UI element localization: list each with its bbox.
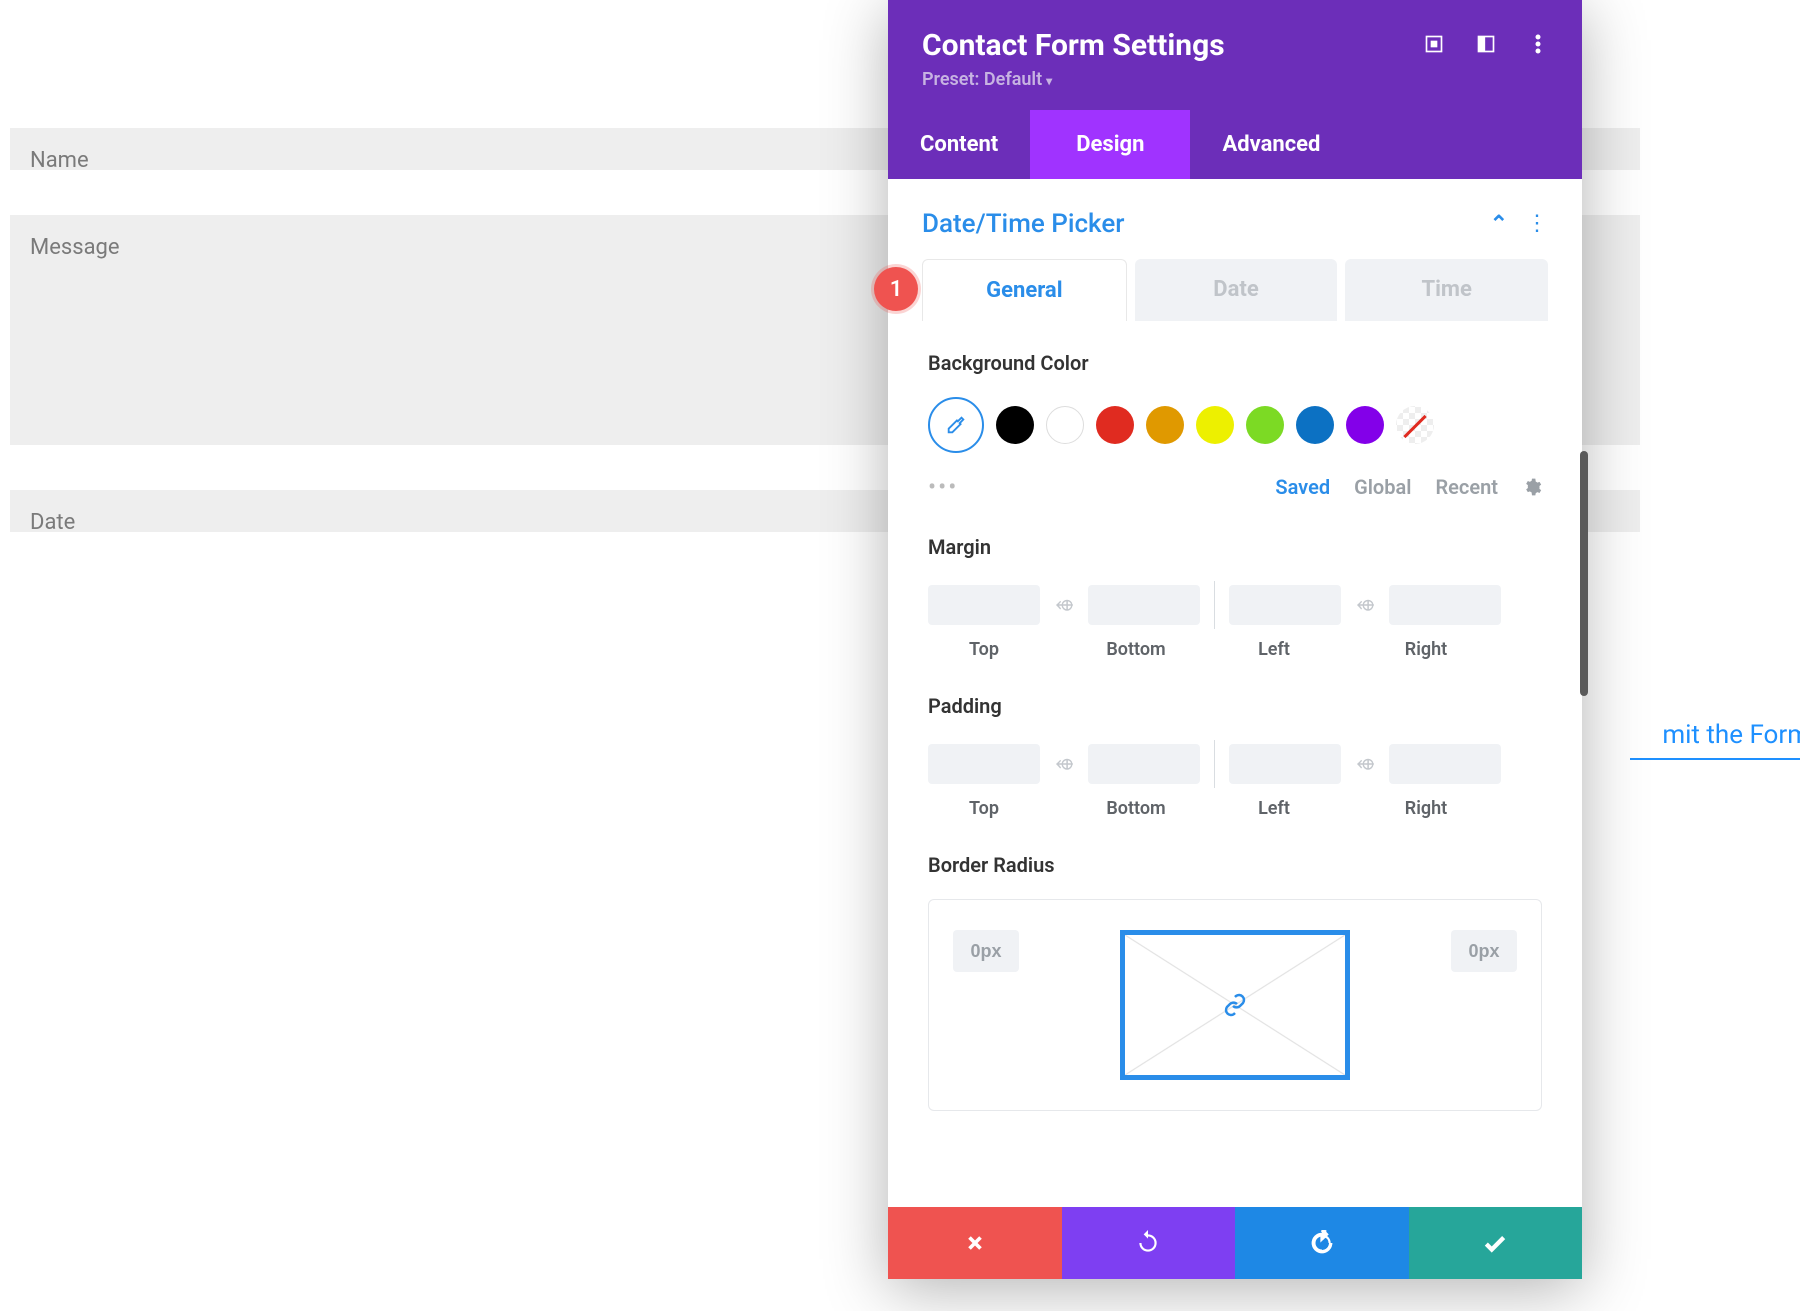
undo-button[interactable] <box>1062 1207 1236 1279</box>
label-bottom: Bottom <box>1080 639 1192 660</box>
br-top-right-input[interactable] <box>1451 930 1517 972</box>
redo-button[interactable] <box>1235 1207 1409 1279</box>
modal-footer <box>888 1207 1582 1279</box>
margin-top-input[interactable] <box>928 585 1040 625</box>
date-placeholder: Date <box>30 510 75 535</box>
mode-recent[interactable]: Recent <box>1435 475 1498 499</box>
step-badge: 1 <box>874 267 918 311</box>
section-title: Date/Time Picker <box>922 209 1124 239</box>
settings-modal: Contact Form Settings Preset: Default▾ C… <box>888 0 1582 1279</box>
columns-icon[interactable] <box>1476 34 1496 54</box>
border-radius-control <box>928 899 1542 1111</box>
preset-selector[interactable]: Preset: Default▾ <box>922 69 1225 90</box>
tab-design[interactable]: Design <box>1030 110 1190 179</box>
more-icon[interactable] <box>1528 34 1548 54</box>
divider <box>1214 581 1215 629</box>
name-placeholder: Name <box>30 148 89 173</box>
link-icon[interactable] <box>1223 993 1247 1017</box>
label-right: Right <box>1370 798 1482 819</box>
divider <box>1214 740 1215 788</box>
label-top: Top <box>928 798 1040 819</box>
padding-row: ⬲ ⬲ <box>928 740 1542 788</box>
swatch-none[interactable] <box>1396 406 1434 444</box>
padding-top-input[interactable] <box>928 744 1040 784</box>
link-icon[interactable]: ⬲ <box>1050 755 1078 773</box>
subtab-time[interactable]: Time <box>1345 259 1548 321</box>
submit-label: mit the Form <box>1662 720 1800 750</box>
swatch-black[interactable] <box>996 406 1034 444</box>
swatch-white[interactable] <box>1046 406 1084 444</box>
margin-row: ⬲ ⬲ <box>928 581 1542 629</box>
subtab-general[interactable]: General <box>922 259 1127 321</box>
modal-title: Contact Form Settings <box>922 28 1225 63</box>
mode-saved[interactable]: Saved <box>1275 475 1330 499</box>
label-left: Left <box>1218 639 1330 660</box>
padding-right-input[interactable] <box>1389 744 1501 784</box>
swatch-blue[interactable] <box>1296 406 1334 444</box>
swatch-orange[interactable] <box>1146 406 1184 444</box>
main-tabs: Content Design Advanced <box>888 110 1582 179</box>
padding-bottom-input[interactable] <box>1088 744 1200 784</box>
subtab-date[interactable]: Date <box>1135 259 1338 321</box>
submit-button[interactable]: mit the Form <box>1630 720 1800 760</box>
expand-palette-icon[interactable]: ••• <box>928 473 958 501</box>
section-more-icon[interactable]: ⋮ <box>1526 222 1548 226</box>
tab-content[interactable]: Content <box>888 110 1030 179</box>
sub-tabs: 1 General Date Time <box>888 259 1582 321</box>
link-icon[interactable]: ⬲ <box>1050 596 1078 614</box>
message-placeholder: Message <box>30 235 120 260</box>
expand-icon[interactable] <box>1424 34 1444 54</box>
caret-down-icon: ▾ <box>1046 74 1052 88</box>
link-icon[interactable]: ⬲ <box>1351 755 1379 773</box>
margin-label: Margin <box>928 535 1542 559</box>
label-bottom: Bottom <box>1080 798 1192 819</box>
bg-color-label: Background Color <box>928 351 1542 375</box>
swatch-yellow[interactable] <box>1196 406 1234 444</box>
modal-header: Contact Form Settings Preset: Default▾ C… <box>888 0 1582 179</box>
cancel-button[interactable] <box>888 1207 1062 1279</box>
section-header: Date/Time Picker ⌃ ⋮ <box>888 179 1582 259</box>
label-top: Top <box>928 639 1040 660</box>
scrollbar[interactable] <box>1580 451 1588 696</box>
margin-left-input[interactable] <box>1229 585 1341 625</box>
margin-right-input[interactable] <box>1389 585 1501 625</box>
padding-left-input[interactable] <box>1229 744 1341 784</box>
link-icon[interactable]: ⬲ <box>1351 596 1379 614</box>
mode-global[interactable]: Global <box>1354 475 1411 499</box>
br-top-left-input[interactable] <box>953 930 1019 972</box>
swatch-red[interactable] <box>1096 406 1134 444</box>
color-modes: Saved Global Recent <box>1275 475 1542 499</box>
gear-icon[interactable] <box>1522 477 1542 497</box>
swatch-purple[interactable] <box>1346 406 1384 444</box>
save-button[interactable] <box>1409 1207 1583 1279</box>
label-right: Right <box>1370 639 1482 660</box>
border-radius-preview <box>1120 930 1350 1080</box>
swatch-green[interactable] <box>1246 406 1284 444</box>
collapse-icon[interactable]: ⌃ <box>1490 212 1508 237</box>
padding-label: Padding <box>928 694 1542 718</box>
tab-advanced[interactable]: Advanced <box>1190 110 1352 179</box>
margin-bottom-input[interactable] <box>1088 585 1200 625</box>
label-left: Left <box>1218 798 1330 819</box>
eyedropper-icon[interactable] <box>928 397 984 453</box>
border-radius-label: Border Radius <box>928 853 1542 877</box>
color-swatches <box>928 397 1542 453</box>
panel-body: Background Color ••• Saved Global Recent <box>888 321 1582 1311</box>
